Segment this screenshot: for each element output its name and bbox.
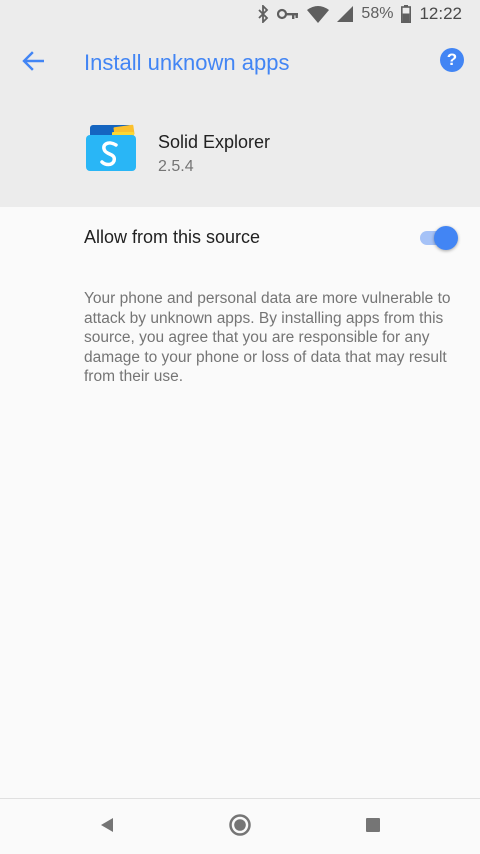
page-title: Install unknown apps [84,50,290,75]
solid-explorer-app-icon [86,123,138,175]
clock: 12:22 [419,4,462,23]
bluetooth-icon [257,5,269,23]
circle-home-icon [228,813,252,842]
battery-percent: 58% [361,5,394,22]
back-button[interactable] [16,46,50,80]
cell-signal-icon [337,6,354,22]
square-recents-icon [365,817,381,838]
app-header: Install unknown apps ? Solid Explorer 2.… [0,28,480,207]
nav-recents-button[interactable] [358,812,388,842]
arrow-left-icon [22,50,45,76]
toggle-thumb [434,226,458,250]
help-circle-icon: ? [446,50,458,69]
allow-from-source-row[interactable]: Allow from this source [0,207,480,269]
nav-back-button[interactable] [92,812,122,842]
triangle-back-icon [99,817,115,838]
status-bar: 58% 12:22 [0,0,480,28]
warning-text: Your phone and personal data are more vu… [84,290,451,386]
app-version: 2.5.4 [158,158,194,175]
app-name: Solid Explorer [158,132,271,152]
help-button[interactable]: ? [440,48,464,72]
setting-label: Allow from this source [84,227,261,247]
wifi-icon [307,5,330,23]
vpn-key-icon [277,8,299,20]
battery-icon [401,5,412,23]
allow-from-source-toggle[interactable] [418,226,458,250]
navigation-bar [0,798,480,854]
nav-home-button[interactable] [225,812,255,842]
